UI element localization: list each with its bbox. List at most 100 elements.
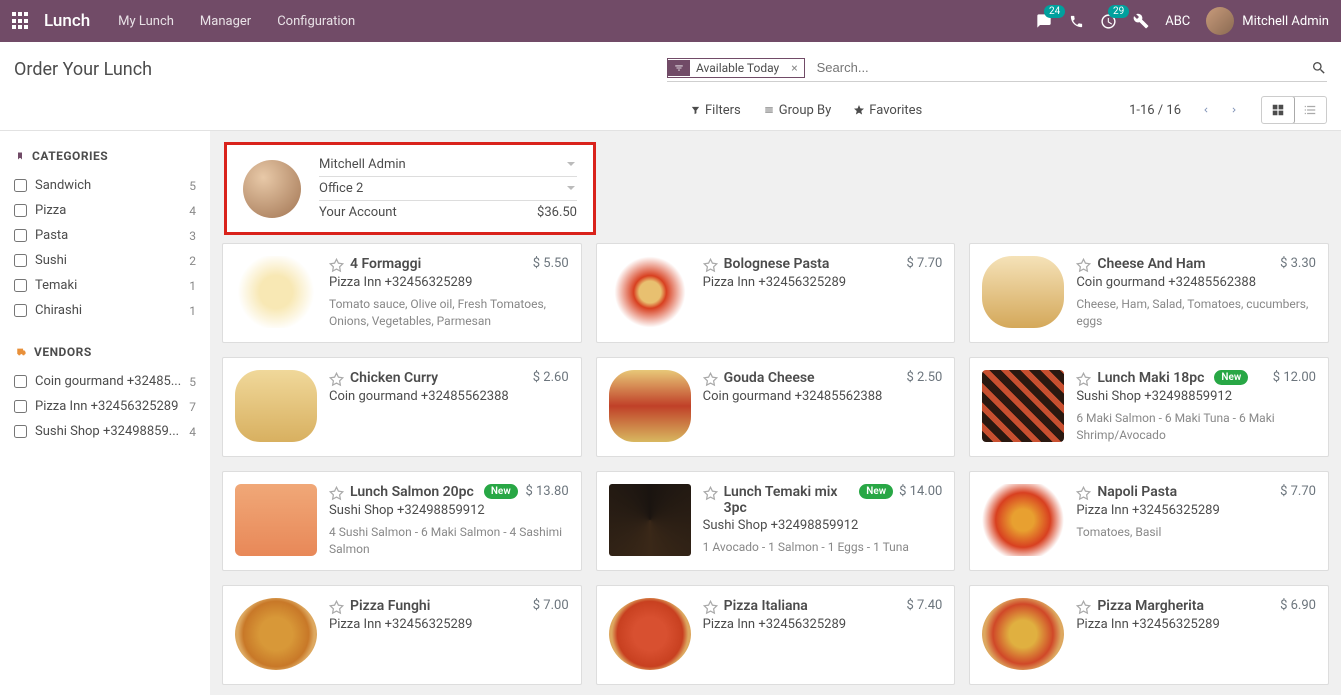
product-card[interactable]: Napoli Pasta$ 7.70Pizza Inn +32456325289… xyxy=(969,471,1329,571)
nav-manager[interactable]: Manager xyxy=(200,14,251,29)
category-count: 2 xyxy=(189,254,196,268)
product-card[interactable]: Lunch Temaki mix 3pcNew$ 14.00Sushi Shop… xyxy=(596,471,956,571)
vendor-item[interactable]: Pizza Inn +324563252897 xyxy=(14,394,196,419)
star-icon[interactable] xyxy=(1076,258,1091,273)
product-card[interactable]: Lunch Maki 18pcNew$ 12.00Sushi Shop +324… xyxy=(969,357,1329,457)
phone-icon[interactable] xyxy=(1069,14,1084,29)
product-card[interactable]: Pizza Italiana$ 7.40Pizza Inn +324563252… xyxy=(596,585,956,685)
category-item[interactable]: Temaki1 xyxy=(14,273,196,298)
product-vendor: Sushi Shop +32498859912 xyxy=(1076,389,1316,404)
user-menu[interactable]: Mitchell Admin xyxy=(1206,7,1329,35)
star-icon[interactable] xyxy=(703,372,718,387)
product-description: 4 Sushi Salmon - 6 Maki Salmon - 4 Sashi… xyxy=(329,524,569,558)
star-icon[interactable] xyxy=(703,600,718,615)
category-item[interactable]: Pizza4 xyxy=(14,198,196,223)
category-checkbox[interactable] xyxy=(14,204,27,217)
user-name: Mitchell Admin xyxy=(1242,14,1329,29)
star-icon[interactable] xyxy=(1076,372,1091,387)
product-card[interactable]: Lunch Salmon 20pcNew$ 13.80Sushi Shop +3… xyxy=(222,471,582,571)
category-item[interactable]: Pasta3 xyxy=(14,223,196,248)
search-input[interactable] xyxy=(813,56,1305,79)
product-card[interactable]: Chicken Curry$ 2.60Coin gourmand +324855… xyxy=(222,357,582,457)
search-icon[interactable] xyxy=(1311,60,1327,76)
vendor-item[interactable]: Sushi Shop +32498859...4 xyxy=(14,419,196,444)
product-vendor: Pizza Inn +32456325289 xyxy=(329,275,569,290)
list-view-icon[interactable] xyxy=(1294,97,1326,123)
kanban-view-icon[interactable] xyxy=(1261,96,1295,124)
product-image xyxy=(609,598,691,670)
product-description: 6 Maki Salmon - 6 Maki Tuna - 6 Maki Shr… xyxy=(1076,410,1316,444)
star-icon[interactable] xyxy=(703,258,718,273)
activity-icon[interactable]: 29 xyxy=(1100,13,1117,30)
star-icon[interactable] xyxy=(1076,486,1091,501)
account-user-select[interactable]: Mitchell Admin xyxy=(319,153,577,177)
product-card[interactable]: Pizza Margherita$ 6.90Pizza Inn +3245632… xyxy=(969,585,1329,685)
filters-button[interactable]: Filters xyxy=(690,103,741,118)
product-name: Napoli Pasta xyxy=(1097,484,1177,500)
product-name: Cheese And Ham xyxy=(1097,256,1205,272)
view-switcher xyxy=(1261,96,1327,124)
nav-my-lunch[interactable]: My Lunch xyxy=(118,14,174,29)
product-card[interactable]: Bolognese Pasta$ 7.70Pizza Inn +32456325… xyxy=(596,243,956,343)
remove-filter-icon[interactable]: × xyxy=(785,61,803,75)
filter-chip: Available Today × xyxy=(667,58,805,78)
vendor-count: 5 xyxy=(189,375,196,389)
category-checkbox[interactable] xyxy=(14,304,27,317)
category-label: Sandwich xyxy=(35,178,91,193)
vendor-checkbox[interactable] xyxy=(14,425,27,438)
product-vendor: Pizza Inn +32456325289 xyxy=(329,617,569,632)
category-item[interactable]: Sushi2 xyxy=(14,248,196,273)
account-location-select[interactable]: Office 2 xyxy=(319,177,577,201)
product-price: $ 2.60 xyxy=(533,370,569,385)
product-image xyxy=(235,598,317,670)
product-card[interactable]: Cheese And Ham$ 3.30Coin gourmand +32485… xyxy=(969,243,1329,343)
next-page-icon[interactable] xyxy=(1225,99,1243,121)
star-icon[interactable] xyxy=(329,486,344,501)
product-description: Tomato sauce, Olive oil, Fresh Tomatoes,… xyxy=(329,296,569,330)
category-checkbox[interactable] xyxy=(14,179,27,192)
account-avatar xyxy=(243,160,301,218)
category-checkbox[interactable] xyxy=(14,279,27,292)
product-description: Cheese, Ham, Salad, Tomatoes, cucumbers,… xyxy=(1076,296,1316,330)
star-icon[interactable] xyxy=(329,372,344,387)
vendor-count: 7 xyxy=(189,400,196,414)
new-badge: New xyxy=(859,484,893,499)
product-price: $ 12.00 xyxy=(1273,370,1316,385)
star-icon[interactable] xyxy=(703,486,718,501)
product-price: $ 5.50 xyxy=(533,256,569,271)
vendor-count: 4 xyxy=(189,425,196,439)
filter-chip-label: Available Today xyxy=(690,59,785,77)
category-item[interactable]: Chirashi 1 xyxy=(14,298,196,323)
product-card[interactable]: 4 Formaggi$ 5.50Pizza Inn +32456325289To… xyxy=(222,243,582,343)
product-price: $ 14.00 xyxy=(899,484,942,499)
apps-icon[interactable] xyxy=(12,12,30,30)
category-label: Chirashi xyxy=(35,303,82,318)
vendor-item[interactable]: Coin gourmand +32485...5 xyxy=(14,369,196,394)
tools-icon[interactable] xyxy=(1133,13,1149,29)
vendor-checkbox[interactable] xyxy=(14,400,27,413)
product-card[interactable]: Pizza Funghi$ 7.00Pizza Inn +32456325289 xyxy=(222,585,582,685)
category-item[interactable]: Sandwich5 xyxy=(14,173,196,198)
pager[interactable]: 1-16 / 16 xyxy=(1129,103,1181,118)
chat-icon[interactable]: 24 xyxy=(1035,13,1053,29)
category-checkbox[interactable] xyxy=(14,229,27,242)
account-balance-row: Your Account $36.50 xyxy=(319,201,577,224)
product-name: Lunch Salmon 20pc xyxy=(350,484,474,500)
categories-title: CATEGORIES xyxy=(14,149,196,163)
new-badge: New xyxy=(1214,370,1248,385)
star-icon[interactable] xyxy=(1076,600,1091,615)
group-by-button[interactable]: Group By xyxy=(763,103,832,118)
vendor-checkbox[interactable] xyxy=(14,375,27,388)
vendors-title: VENDORS xyxy=(14,345,196,359)
category-count: 1 xyxy=(189,304,196,318)
company-label[interactable]: ABC xyxy=(1165,14,1190,29)
product-price: $ 3.30 xyxy=(1280,256,1316,271)
prev-page-icon[interactable] xyxy=(1197,99,1215,121)
favorites-button[interactable]: Favorites xyxy=(853,103,922,118)
product-image xyxy=(982,370,1064,442)
star-icon[interactable] xyxy=(329,600,344,615)
star-icon[interactable] xyxy=(329,258,344,273)
category-checkbox[interactable] xyxy=(14,254,27,267)
product-card[interactable]: Gouda Cheese$ 2.50Coin gourmand +3248556… xyxy=(596,357,956,457)
nav-configuration[interactable]: Configuration xyxy=(277,14,355,29)
